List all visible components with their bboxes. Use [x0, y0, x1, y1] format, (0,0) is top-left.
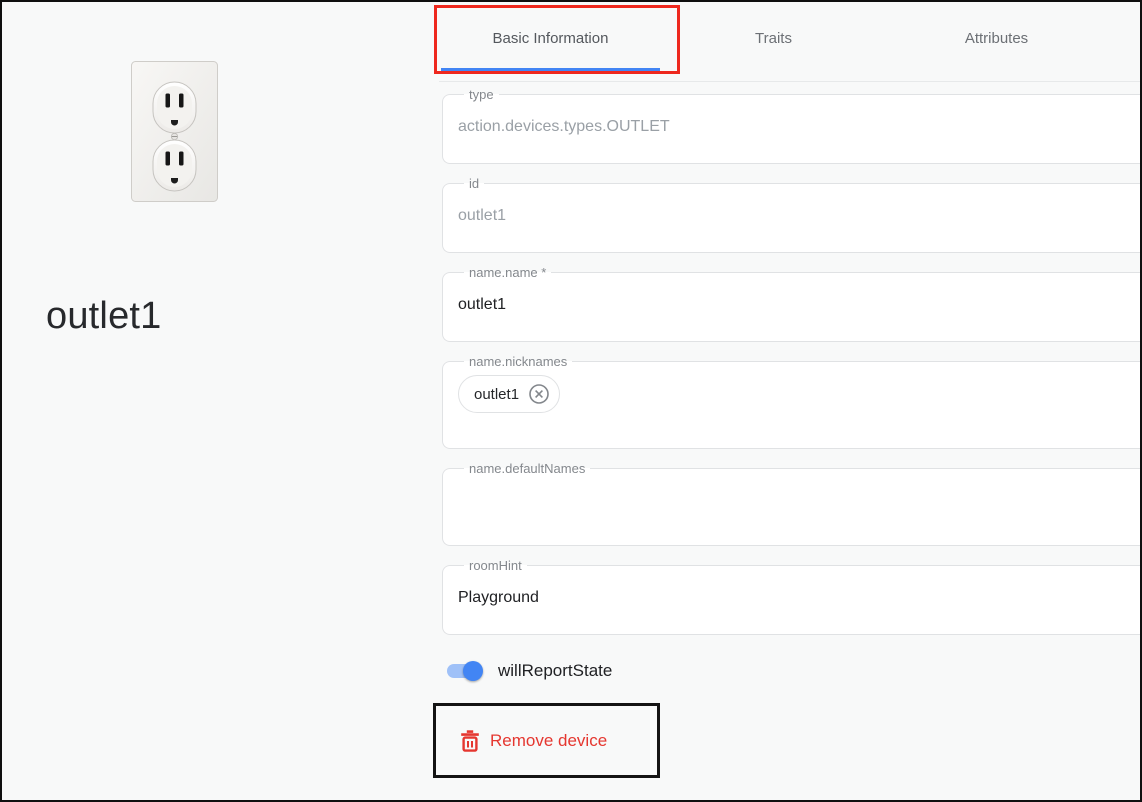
will-report-state-toggle[interactable]	[447, 664, 480, 678]
tab-traits[interactable]: Traits	[662, 2, 885, 74]
device-form-pane: Basic Information Traits Attributes type…	[439, 2, 1142, 800]
tab-attributes[interactable]: Attributes	[885, 2, 1108, 74]
type-field-value: action.devices.types.OUTLET	[458, 118, 1142, 136]
chip-cancel-icon[interactable]	[528, 383, 550, 405]
outlet-socket-bottom	[153, 140, 196, 191]
basic-information-form: type action.devices.types.OUTLET id outl…	[439, 82, 1142, 778]
name-field-label: name.name *	[464, 266, 551, 279]
device-preview-pane: outlet1	[2, 2, 439, 800]
outlet-socket-top	[153, 82, 196, 133]
room-hint-field[interactable]: roomHint Playground	[442, 559, 1142, 635]
tab-attributes-label: Attributes	[965, 30, 1028, 47]
outlet-photo	[131, 61, 218, 202]
toggle-knob	[463, 661, 483, 681]
trash-icon	[460, 730, 480, 752]
nickname-chip-label: outlet1	[474, 386, 519, 403]
nickname-chip[interactable]: outlet1	[458, 375, 560, 413]
remove-device-label: Remove device	[490, 731, 607, 751]
room-hint-field-value[interactable]: Playground	[458, 589, 1142, 607]
active-tab-indicator	[441, 68, 660, 71]
will-report-state-label: willReportState	[498, 661, 612, 681]
id-field: id outlet1	[442, 177, 1142, 253]
tab-traits-label: Traits	[755, 30, 792, 47]
device-editor-window: outlet1 Basic Information Traits Attribu…	[0, 0, 1142, 802]
room-hint-field-label: roomHint	[464, 559, 527, 572]
name-field-value[interactable]: outlet1	[458, 296, 1142, 314]
type-field: type action.devices.types.OUTLET	[442, 88, 1142, 164]
will-report-state-row: willReportState	[447, 661, 1142, 681]
tab-bar: Basic Information Traits Attributes	[439, 2, 1142, 74]
device-title: outlet1	[46, 295, 162, 338]
nicknames-field[interactable]: name.nicknames outlet1	[442, 355, 1142, 449]
default-names-field-label: name.defaultNames	[464, 462, 590, 475]
default-names-field[interactable]: name.defaultNames	[442, 462, 1142, 546]
tab-basic-information-label: Basic Information	[493, 30, 609, 47]
tab-basic-information[interactable]: Basic Information	[439, 2, 662, 74]
remove-device-button[interactable]: Remove device	[460, 730, 607, 752]
nicknames-field-label: name.nicknames	[464, 355, 572, 368]
name-field[interactable]: name.name * outlet1	[442, 266, 1142, 342]
type-field-label: type	[464, 88, 499, 101]
annotation-black-box: Remove device	[433, 703, 660, 778]
id-field-value: outlet1	[458, 207, 1142, 225]
id-field-label: id	[464, 177, 484, 190]
